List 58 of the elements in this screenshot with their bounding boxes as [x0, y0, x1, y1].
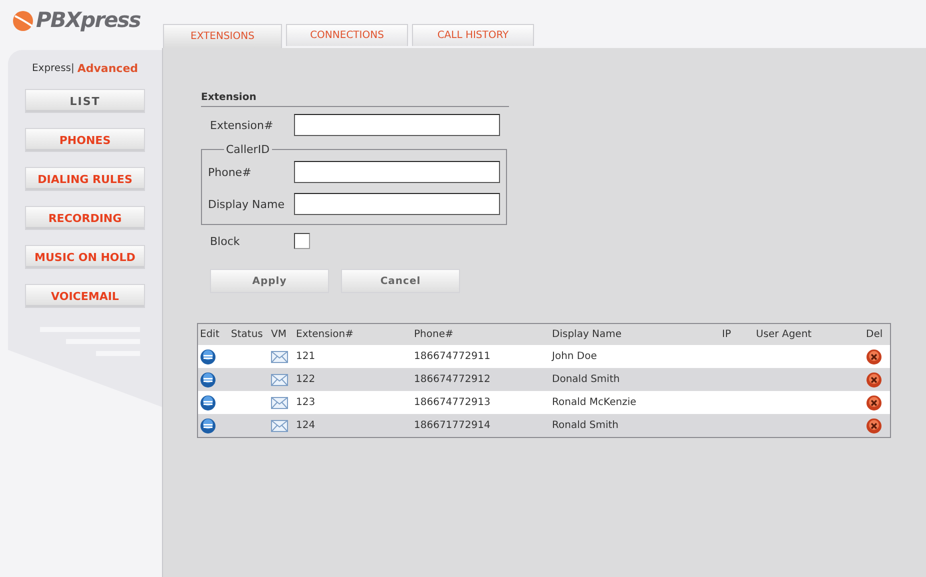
checkbox[interactable]: [294, 233, 310, 249]
column-header: Phone#: [413, 329, 454, 340]
table-cell: Ronald McKenzie: [552, 397, 636, 408]
table-cell: Ronald Smith: [552, 420, 619, 431]
edit-icon[interactable]: [200, 418, 216, 434]
column-header: Extension#: [295, 329, 354, 340]
table-cell: 123: [296, 397, 316, 408]
table-cell: 186674772911: [414, 351, 490, 362]
column-header: User Agent: [755, 329, 813, 340]
table-cell: John Doe: [552, 351, 597, 362]
sidebar-button[interactable]: LIST: [25, 89, 145, 113]
mode-link[interactable]: Express|: [32, 62, 74, 75]
logo-icon: [12, 10, 34, 32]
tab[interactable]: CALL HISTORY: [412, 24, 534, 46]
sidebar-button[interactable]: MUSIC ON HOLD: [25, 245, 145, 269]
table-cell: 186674772913: [414, 397, 490, 408]
mode-link[interactable]: Advanced: [77, 62, 138, 75]
column-header: VM: [270, 329, 288, 340]
table-cell: 186674772912: [414, 374, 490, 385]
delete-icon[interactable]: [866, 418, 882, 434]
table-row[interactable]: 123 186674772913 Ronald McKenzie: [198, 391, 890, 414]
sidebar-button[interactable]: VOICEMAIL: [25, 284, 145, 308]
field-label: Display Name: [208, 198, 286, 210]
edit-icon[interactable]: [200, 394, 216, 410]
edit-icon[interactable]: [200, 372, 216, 388]
delete-icon[interactable]: [866, 372, 882, 388]
column-header: Display Name: [551, 329, 623, 340]
envelope-icon[interactable]: [271, 350, 288, 362]
group-legend: CallerID: [224, 143, 272, 156]
table-cell: 186671772914: [414, 420, 490, 431]
column-header: IP: [721, 329, 732, 340]
table-row[interactable]: 121 186674772911 John Doe: [198, 345, 890, 368]
table-cell: Donald Smith: [552, 374, 620, 385]
form-button[interactable]: Cancel: [341, 269, 460, 293]
tab[interactable]: EXTENSIONS: [163, 24, 282, 48]
section-title: Extension: [201, 92, 509, 107]
logo-text: PBXpress: [36, 10, 140, 31]
field-label: Block: [210, 234, 241, 248]
input-field[interactable]: [294, 114, 500, 136]
field-label: Phone#: [208, 166, 252, 178]
field-label: Extension#: [210, 118, 274, 132]
input-field[interactable]: [294, 193, 500, 215]
edit-icon[interactable]: [200, 348, 216, 364]
sidebar-button[interactable]: PHONES: [25, 128, 145, 152]
column-header: Edit: [199, 329, 220, 340]
delete-icon[interactable]: [866, 394, 882, 410]
sidebar-button[interactable]: DIALING RULES: [25, 167, 145, 191]
envelope-icon[interactable]: [271, 396, 288, 408]
table-cell: 122: [296, 374, 316, 385]
form-button[interactable]: Apply: [210, 269, 329, 293]
column-header: Del: [865, 329, 884, 340]
table-cell: 124: [296, 420, 316, 431]
tab[interactable]: CONNECTIONS: [286, 24, 408, 46]
input-field[interactable]: [294, 161, 500, 183]
delete-icon[interactable]: [866, 348, 882, 364]
column-header: Status: [230, 329, 264, 340]
table-cell: 121: [296, 351, 316, 362]
sidebar-button[interactable]: RECORDING: [25, 206, 145, 230]
